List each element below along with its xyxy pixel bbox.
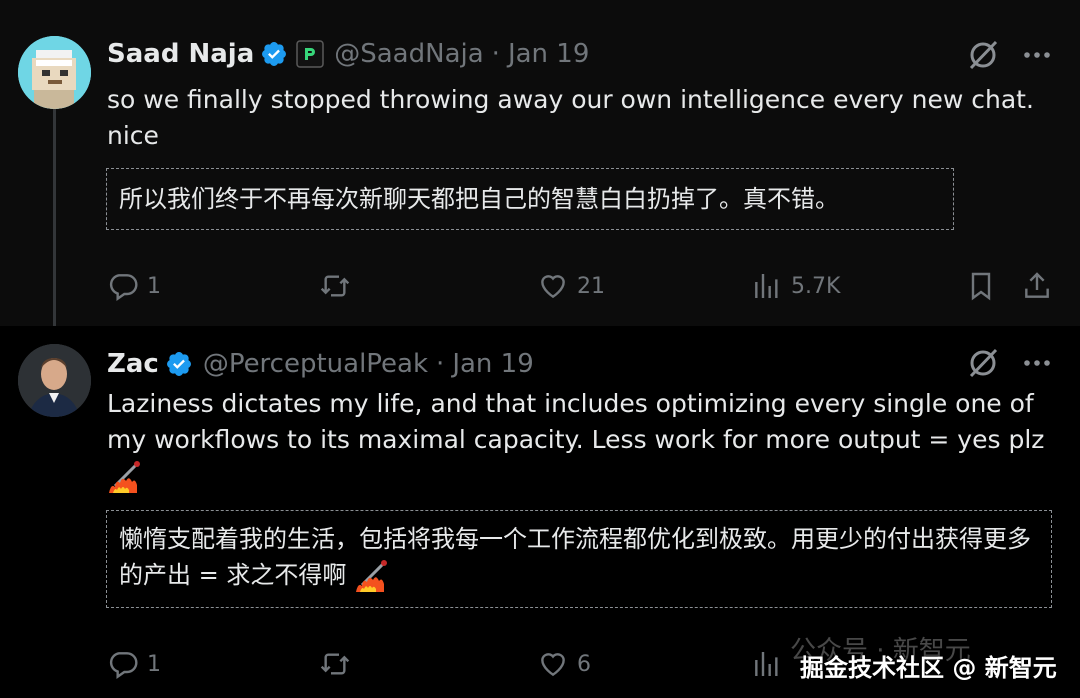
share-icon — [1025, 272, 1049, 298]
retweet-icon — [320, 275, 350, 297]
view-count: 5.7K — [791, 273, 841, 299]
like-button[interactable]: 21 — [537, 268, 605, 304]
affiliate-badge-icon[interactable] — [296, 40, 324, 68]
tweet-date[interactable]: Jan 19 — [452, 349, 533, 379]
retweet-icon — [320, 653, 350, 675]
verified-badge-icon[interactable] — [165, 350, 193, 378]
views-icon — [755, 652, 778, 676]
reply-button[interactable]: 1 — [107, 268, 161, 304]
reply-count: 1 — [147, 651, 161, 677]
tweet-header-actions — [966, 346, 1052, 380]
reply-icon — [109, 274, 138, 301]
author-name[interactable]: Zac — [107, 349, 159, 379]
verified-badge-icon[interactable] — [260, 40, 288, 68]
reply-button[interactable]: 1 — [107, 646, 161, 682]
author-name[interactable]: Saad Naja — [107, 39, 254, 69]
share-button[interactable] — [1021, 268, 1053, 304]
tweet-header-actions — [966, 38, 1052, 72]
like-count: 21 — [577, 273, 605, 299]
more-icon[interactable] — [1022, 40, 1052, 70]
more-icon[interactable] — [1022, 348, 1052, 378]
like-count: 6 — [577, 651, 591, 677]
tweet-header: Saad Naja @SaadNaja · Jan 19 — [107, 36, 589, 72]
bookmark-icon — [971, 272, 991, 301]
tweet-action-bar: 1 21 5.7K — [107, 268, 1057, 304]
tweet-text: Laziness dictates my life, and that incl… — [107, 386, 1047, 494]
tweet-text: so we finally stopped throwing away our … — [107, 85, 1034, 150]
tweet-header: Zac @PerceptualPeak · Jan 19 — [107, 346, 534, 382]
tweet-translation: 懒惰支配着我的生活，包括将我每一个工作流程都优化到极致。用更少的付出获得更多的产… — [106, 510, 1052, 608]
tweet-translation: 所以我们终于不再每次新聊天都把自己的智慧白白扔掉了。真不错。 — [106, 168, 954, 230]
grok-icon[interactable] — [966, 346, 1000, 380]
author-handle[interactable]: @PerceptualPeak — [203, 349, 428, 379]
translation-text: 懒惰支配着我的生活，包括将我每一个工作流程都优化到极致。用更少的付出获得更多的产… — [119, 525, 1031, 589]
bookmark-button[interactable] — [965, 268, 997, 304]
grok-icon[interactable] — [966, 38, 1000, 72]
watermark-text: 掘金技术社区 @ 新智元 — [800, 654, 1057, 682]
tweet-text-content: Laziness dictates my life, and that incl… — [107, 389, 1045, 454]
separator-dot: · — [436, 349, 445, 379]
muscle-fire-emoji — [109, 461, 140, 493]
author-handle[interactable]: @SaadNaja — [334, 39, 483, 69]
like-button[interactable]: 6 — [537, 646, 591, 682]
retweet-button[interactable] — [319, 646, 359, 682]
retweet-button[interactable] — [319, 268, 359, 304]
views-icon — [755, 274, 778, 298]
like-icon — [541, 275, 565, 299]
like-icon — [541, 653, 565, 677]
reply-count: 1 — [147, 273, 161, 299]
views-button[interactable]: 5.7K — [751, 268, 840, 304]
thread-connector-line — [53, 108, 56, 340]
muscle-fire-emoji — [356, 560, 388, 592]
reply-icon — [109, 652, 138, 679]
separator-dot: · — [491, 39, 500, 69]
avatar-zac[interactable] — [18, 344, 91, 417]
views-button[interactable] — [751, 646, 783, 682]
avatar-saad-naja[interactable] — [18, 36, 91, 109]
tweet-date[interactable]: Jan 19 — [508, 39, 589, 69]
